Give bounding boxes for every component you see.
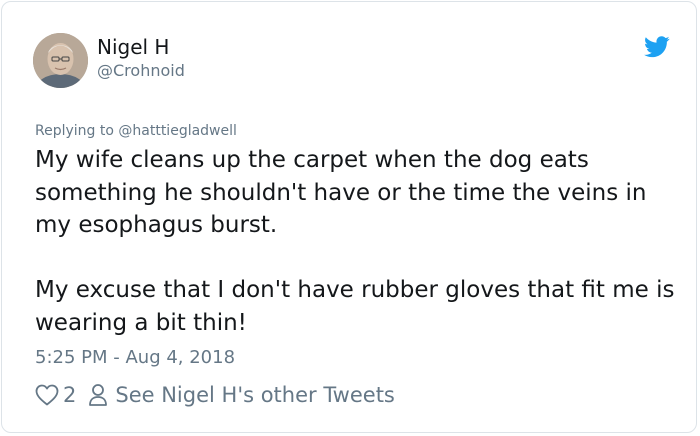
tweet-paragraph: My wife cleans up the carpet when the do… [35, 147, 647, 238]
tweet-actions: 2 See Nigel H's other Tweets [35, 380, 395, 410]
reply-handle-link[interactable]: @hatttiegladwell [118, 123, 237, 139]
author-handle[interactable]: @Crohnoid [97, 61, 185, 80]
tweet-timestamp[interactable]: 5:25 PM - Aug 4, 2018 [35, 347, 235, 368]
other-tweets-label: See Nigel H's other Tweets [115, 383, 395, 407]
other-tweets-link[interactable]: See Nigel H's other Tweets [88, 383, 395, 407]
tweet-text: My wife cleans up the carpet when the do… [35, 144, 685, 339]
author-name[interactable]: Nigel H [97, 35, 169, 59]
tweet-card: Nigel H @Crohnoid Replying to @hatttiegl… [1, 1, 697, 433]
replying-prefix: Replying to [35, 123, 119, 139]
avatar[interactable] [33, 33, 88, 88]
like-count: 2 [63, 383, 77, 407]
like-button[interactable]: 2 [35, 383, 88, 407]
person-icon [88, 383, 108, 407]
heart-icon [35, 384, 59, 406]
tweet-paragraph: My excuse that I don't have rubber glove… [35, 277, 675, 336]
twitter-bird-icon[interactable] [644, 36, 670, 58]
avatar-photo [33, 33, 88, 88]
replying-to: Replying to @hatttiegladwell [35, 123, 237, 139]
